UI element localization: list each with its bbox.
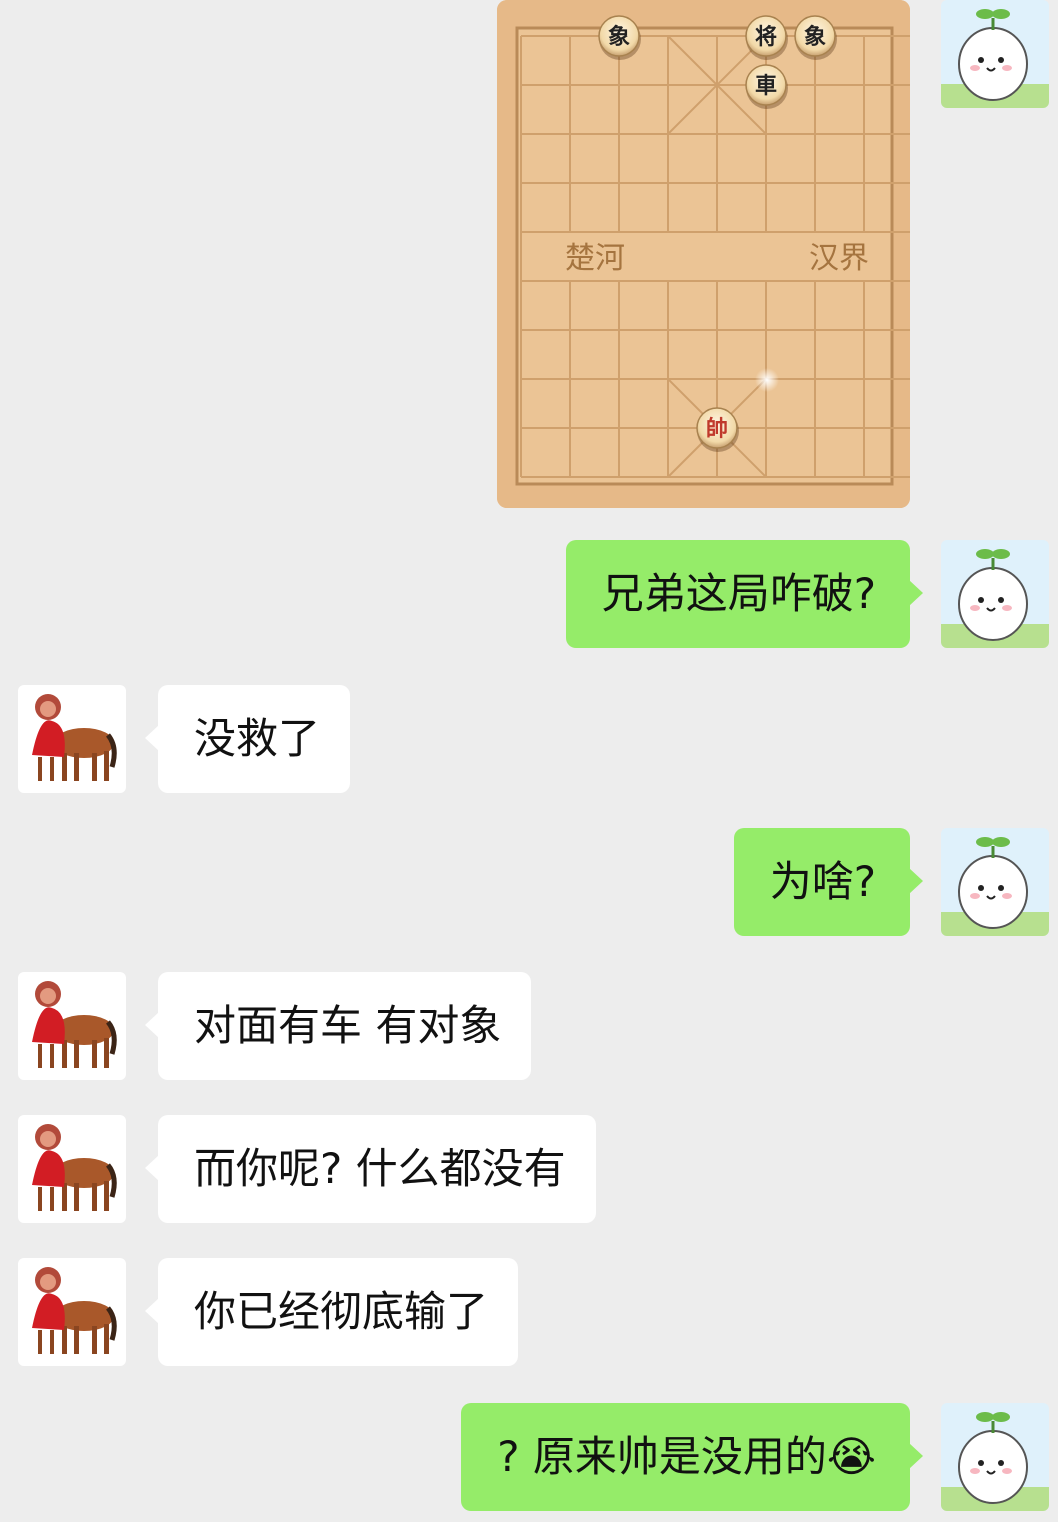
sprout-ghost-avatar-icon	[941, 1403, 1049, 1511]
message-bubble-outgoing[interactable]: 兄弟这局咋破?	[565, 540, 924, 648]
chess-piece: 将	[745, 15, 788, 60]
my-avatar[interactable]	[941, 0, 1049, 108]
horse-avatar-icon	[18, 685, 126, 793]
chess-piece: 象	[794, 15, 837, 60]
message-text: 而你呢? 什么都没有	[194, 1144, 566, 1193]
chessboard-graphic: 楚河 汉界 象将象車帥	[497, 0, 910, 508]
message-text: 对面有车 有对象	[194, 1001, 502, 1050]
chess-piece: 帥	[696, 407, 739, 452]
sprout-ghost-avatar-icon	[941, 540, 1049, 648]
chess-piece-label: 象	[804, 24, 826, 50]
chess-piece: 象	[598, 15, 641, 60]
contact-avatar[interactable]	[18, 1115, 126, 1223]
message-text: 为啥?	[769, 857, 876, 906]
horse-avatar-icon	[18, 972, 126, 1080]
chess-piece-label: 将	[755, 24, 777, 50]
sprout-ghost-avatar-icon	[941, 0, 1049, 108]
chess-piece-label: 帥	[706, 416, 728, 442]
move-highlight-dot	[755, 368, 779, 392]
message-text: 兄弟这局咋破?	[601, 569, 876, 618]
contact-avatar[interactable]	[18, 685, 126, 793]
contact-avatar[interactable]	[18, 1258, 126, 1366]
my-avatar[interactable]	[941, 828, 1049, 936]
sprout-ghost-avatar-icon	[941, 828, 1049, 936]
message-text: ? 原来帅是没用的	[497, 1432, 827, 1481]
message-bubble-incoming[interactable]: 而你呢? 什么都没有	[145, 1115, 596, 1223]
chessboard-image[interactable]: 楚河 汉界 象将象車帥	[497, 0, 910, 508]
horse-avatar-icon	[18, 1115, 126, 1223]
horse-avatar-icon	[18, 1258, 126, 1366]
message-bubble-outgoing[interactable]: ? 原来帅是没用的😭	[461, 1403, 923, 1511]
message-text: 你已经彻底输了	[194, 1287, 489, 1336]
crying-emoji-icon: 😭	[826, 1432, 876, 1481]
message-bubble-incoming[interactable]: 你已经彻底输了	[144, 1258, 519, 1366]
contact-avatar[interactable]	[18, 972, 126, 1080]
message-bubble-incoming[interactable]: 对面有车 有对象	[144, 972, 532, 1080]
message-bubble-outgoing[interactable]: 为啥?	[733, 828, 924, 936]
message-bubble-incoming[interactable]: 没救了	[144, 685, 351, 793]
chess-piece-label: 象	[608, 24, 630, 50]
my-avatar[interactable]	[941, 540, 1049, 648]
chess-piece: 車	[745, 64, 788, 109]
message-text: 没救了	[194, 714, 321, 763]
chess-piece-label: 車	[755, 74, 777, 99]
my-avatar[interactable]	[941, 1403, 1049, 1511]
